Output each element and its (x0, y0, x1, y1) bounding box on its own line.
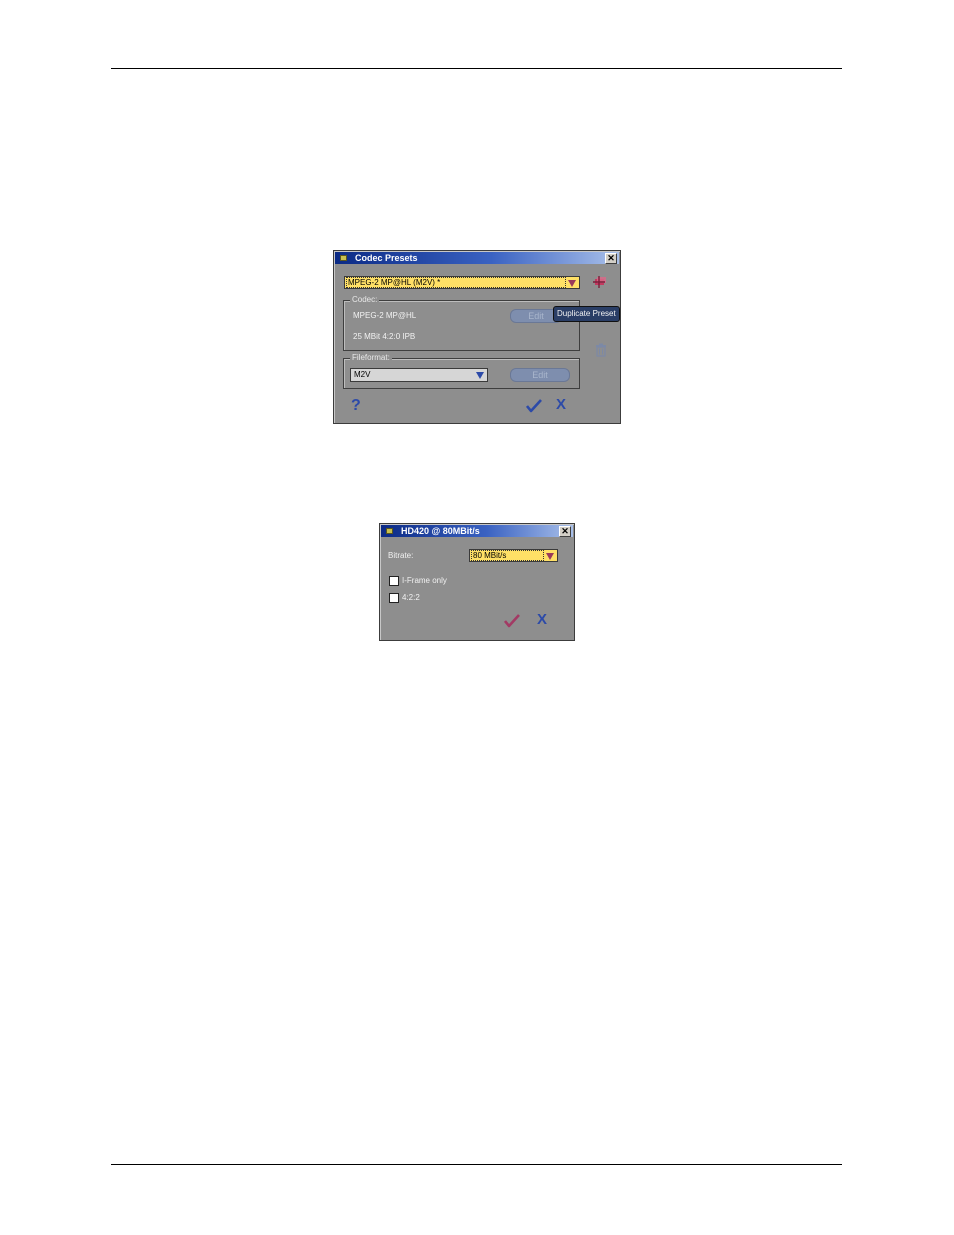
fileformat-select[interactable]: M2V (350, 368, 488, 382)
fileformat-group: Fileformat: M2V Edit (343, 353, 580, 389)
dialog-title: HD420 @ 80MBit/s (401, 526, 480, 536)
chroma-422-label: 4:2:2 (402, 593, 420, 602)
chroma-422-checkbox[interactable] (389, 593, 399, 603)
chevron-down-icon (568, 280, 576, 287)
bitrate-label: Bitrate: (388, 551, 414, 560)
chevron-down-icon (546, 553, 554, 560)
footer-rule (111, 1164, 842, 1165)
chevron-down-icon (476, 372, 484, 379)
codec-name: MPEG-2 MP@HL (353, 311, 417, 320)
preset-select[interactable]: MPEG-2 MP@HL (M2V) * (344, 276, 580, 289)
codec-group-label: Codec: (350, 295, 380, 305)
title-bar: HD420 @ 80MBit/s ✕ (381, 525, 573, 537)
window-icon (386, 528, 393, 534)
cancel-x-icon[interactable]: X (537, 612, 551, 628)
cancel-x-icon[interactable]: X (556, 397, 570, 413)
help-icon[interactable]: ? (351, 398, 363, 414)
preset-value: MPEG-2 MP@HL (M2V) * (346, 277, 566, 288)
iframe-only-checkbox[interactable] (389, 576, 399, 586)
checkmark-icon[interactable] (525, 399, 542, 413)
codec-group: Codec: MPEG-2 MP@HL 25 MBit 4:2:0 IPB Ed… (343, 295, 580, 351)
trash-icon[interactable] (595, 343, 607, 357)
close-button[interactable]: ✕ (605, 253, 617, 264)
codec-details: 25 MBit 4:2:0 IPB (353, 332, 416, 341)
close-button[interactable]: ✕ (559, 526, 571, 537)
hd420-dialog: HD420 @ 80MBit/s ✕ Bitrate: 80 MBit/s I-… (379, 523, 575, 641)
window-icon (340, 255, 347, 261)
bitrate-select[interactable]: 80 MBit/s (469, 549, 558, 562)
header-rule (111, 68, 842, 69)
fileformat-value: M2V (354, 370, 371, 379)
dialog-title: Codec Presets (355, 253, 418, 263)
iframe-only-label: I-Frame only (402, 576, 447, 585)
fileformat-group-label: Fileformat: (350, 353, 392, 363)
duplicate-preset-icon[interactable] (592, 275, 608, 289)
duplicate-preset-tooltip: Duplicate Preset (553, 306, 620, 322)
bitrate-value: 80 MBit/s (471, 550, 544, 561)
codec-presets-dialog: Codec Presets ✕ MPEG-2 MP@HL (M2V) * Cod… (333, 250, 621, 424)
title-bar: Codec Presets ✕ (335, 252, 619, 264)
checkmark-icon[interactable] (503, 614, 520, 628)
fileformat-edit-button[interactable]: Edit (510, 368, 570, 382)
